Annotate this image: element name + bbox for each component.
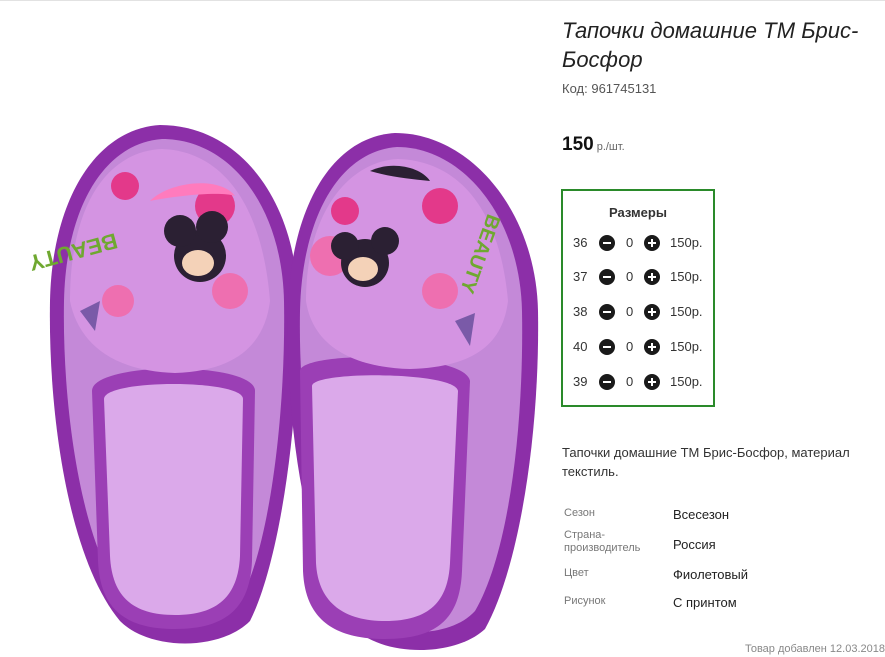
spec-value: Фиолетовый — [673, 567, 749, 582]
price-unit: р./шт. — [596, 141, 625, 153]
plus-circle-icon[interactable] — [644, 374, 660, 390]
size-price: 150р. — [670, 235, 703, 250]
size-row: 36 0 150р. — [563, 233, 713, 253]
size-quantity: 0 — [626, 339, 634, 354]
size-quantity: 0 — [626, 374, 634, 389]
left-slipper: BEAUTY — [26, 125, 299, 644]
plus-circle-icon[interactable] — [644, 269, 660, 285]
size-quantity: 0 — [626, 269, 634, 284]
product-title: Тапочки домашние ТМ Брис-Босфор — [562, 18, 859, 72]
size-value: 37 — [573, 269, 588, 284]
spec-label: Рисунок — [564, 595, 606, 607]
size-value: 38 — [573, 304, 588, 319]
spec-value: Россия — [673, 537, 716, 552]
product-description: Тапочки домашние ТМ Брис-Босфор, материа… — [562, 445, 850, 479]
plus-circle-icon[interactable] — [644, 304, 660, 320]
plus-circle-icon[interactable] — [644, 339, 660, 355]
product-code-value: 961745131 — [591, 81, 657, 96]
sizes-panel: Размеры 36 0 150р. 37 0 150р. 38 0 150р.… — [561, 189, 715, 407]
product-image: BEAUTY BEAUTY — [0, 1, 545, 657]
product-price: 150 р./шт. — [562, 134, 625, 156]
spec-label: Цвет — [564, 567, 589, 579]
minus-circle-icon[interactable] — [599, 304, 615, 320]
spec-label: Сезон — [564, 507, 595, 519]
product-code-label: Код: — [562, 81, 588, 96]
sizes-title: Размеры — [609, 205, 667, 220]
minus-circle-icon[interactable] — [599, 374, 615, 390]
size-value: 36 — [573, 235, 588, 250]
product-code: Код: 961745131 — [562, 81, 656, 96]
spec-value: С принтом — [673, 595, 737, 610]
size-quantity: 0 — [626, 304, 634, 319]
size-quantity: 0 — [626, 235, 634, 250]
size-price: 150р. — [670, 374, 703, 389]
size-price: 150р. — [670, 339, 703, 354]
size-price: 150р. — [670, 269, 703, 284]
price-amount: 150 — [562, 134, 594, 155]
size-price: 150р. — [670, 304, 703, 319]
size-row: 37 0 150р. — [563, 267, 713, 287]
size-value: 39 — [573, 374, 588, 389]
minus-circle-icon[interactable] — [599, 339, 615, 355]
size-row: 39 0 150р. — [563, 372, 713, 392]
size-value: 40 — [573, 339, 588, 354]
size-row: 38 0 150р. — [563, 302, 713, 322]
minus-circle-icon[interactable] — [599, 235, 615, 251]
plus-circle-icon[interactable] — [644, 235, 660, 251]
size-row: 40 0 150р. — [563, 337, 713, 357]
date-added: Товар добавлен 12.03.2018 — [744, 643, 885, 655]
spec-value: Всесезон — [673, 507, 730, 522]
right-slipper: BEAUTY — [287, 133, 539, 650]
spec-label: Страна-производитель — [564, 529, 641, 554]
minus-circle-icon[interactable] — [599, 269, 615, 285]
